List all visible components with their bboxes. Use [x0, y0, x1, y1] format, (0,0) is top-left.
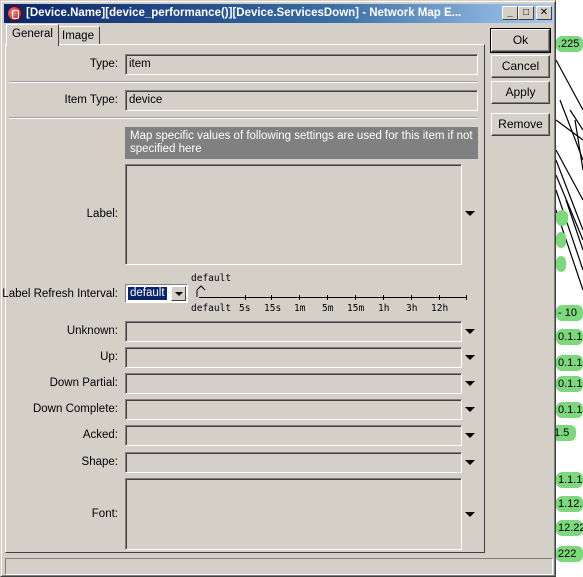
type-field: item: [125, 54, 478, 75]
map-node[interactable]: 1.12.: [556, 496, 583, 512]
map-node[interactable]: 0.1.1.: [556, 355, 583, 371]
slider-tick: [383, 295, 384, 300]
slider-tick-label: 15s: [264, 303, 282, 314]
cancel-button[interactable]: Cancel: [491, 55, 550, 78]
interval-slider-thumb[interactable]: [195, 285, 207, 299]
slider-tick-label: 1m: [294, 303, 306, 314]
down-partial-label: Down Partial:: [49, 377, 118, 389]
unknown-label: Unknown:: [66, 325, 118, 337]
map-node[interactable]: 0.1.1.: [556, 376, 583, 392]
slider-current-value: default: [191, 273, 232, 284]
divider: [9, 117, 477, 119]
shape-field[interactable]: [125, 452, 462, 473]
status-bar: [5, 558, 553, 575]
up-dropdown-arrow-icon[interactable]: [465, 355, 475, 360]
slider-tick: [271, 295, 272, 300]
slider-tick-label: 5m: [322, 303, 334, 314]
close-icon: ✕: [539, 7, 549, 18]
up-label: Up:: [100, 351, 118, 363]
close-button[interactable]: ✕: [536, 6, 552, 20]
map-node[interactable]: [556, 210, 568, 226]
map-node[interactable]: [556, 256, 566, 272]
map-node[interactable]: .225: [556, 36, 583, 52]
slider-tick-label: default: [191, 303, 232, 314]
slider-tick: [466, 295, 467, 300]
tab-general[interactable]: General: [6, 24, 59, 46]
shape-dropdown-arrow-icon[interactable]: [465, 460, 475, 465]
label-textarea[interactable]: [125, 164, 462, 265]
font-dropdown-arrow-icon[interactable]: [465, 512, 475, 517]
unknown-field[interactable]: [125, 321, 462, 342]
title-bar[interactable]: [Device.Name][device_performance()][Devi…: [4, 4, 553, 23]
divider: [9, 81, 477, 83]
slider-tick: [245, 295, 246, 300]
label-dropdown-arrow-icon[interactable]: [465, 211, 475, 216]
slider-tick: [411, 295, 412, 300]
window-title: [Device.Name][device_performance()][Devi…: [26, 7, 462, 19]
acked-label: Acked:: [82, 429, 118, 441]
map-node[interactable]: 1.1.12: [556, 472, 583, 488]
slider-tick-label: 1h: [378, 303, 390, 314]
down-partial-field[interactable]: [125, 373, 462, 394]
slider-tick-label: 3h: [406, 303, 418, 314]
slider-tick: [355, 295, 356, 300]
slider-tick: [439, 295, 440, 300]
app-icon: [7, 6, 22, 21]
network-map-element-dialog: [Device.Name][device_performance()][Devi…: [0, 0, 556, 577]
slider-tick-label: 15m: [347, 303, 365, 314]
label-label: Label:: [86, 208, 118, 220]
map-node[interactable]: - 10: [556, 305, 583, 321]
up-field[interactable]: [125, 347, 462, 368]
map-node[interactable]: 222: [556, 546, 583, 562]
slider-tick-label: 12h: [431, 303, 449, 314]
label-refresh-value: default: [128, 287, 167, 300]
ok-button[interactable]: Ok: [490, 28, 551, 53]
interval-slider-track[interactable]: [199, 297, 467, 298]
type-label: Type:: [89, 58, 118, 70]
font-label: Font:: [91, 508, 118, 520]
map-node[interactable]: 12.22: [556, 520, 583, 536]
down-partial-dropdown-arrow-icon[interactable]: [465, 381, 475, 386]
slider-tick: [299, 295, 300, 300]
acked-dropdown-arrow-icon[interactable]: [465, 433, 475, 438]
down-complete-dropdown-arrow-icon[interactable]: [465, 407, 475, 412]
slider-tick-label: 5s: [239, 303, 251, 314]
maximize-button[interactable]: □: [518, 6, 534, 20]
map-node[interactable]: 0.1.1: [556, 329, 583, 345]
chevron-down-icon: [175, 292, 183, 296]
map-specific-note: Map specific values of following setting…: [125, 127, 478, 159]
remove-button[interactable]: Remove: [491, 113, 550, 136]
map-node[interactable]: 0.1.1: [556, 402, 583, 418]
label-refresh-interval-label: Label Refresh Interval:: [2, 288, 118, 300]
shape-label: Shape:: [81, 456, 118, 468]
unknown-dropdown-arrow-icon[interactable]: [465, 329, 475, 334]
font-field[interactable]: [125, 478, 462, 550]
label-refresh-combo[interactable]: default: [125, 284, 188, 303]
acked-field[interactable]: [125, 425, 462, 446]
map-node[interactable]: [556, 232, 566, 248]
apply-button[interactable]: Apply: [491, 81, 550, 104]
item-type-label: Item Type:: [64, 94, 118, 106]
slider-tick: [327, 295, 328, 300]
down-complete-field[interactable]: [125, 399, 462, 420]
minimize-icon: _: [507, 7, 513, 18]
maximize-icon: □: [522, 7, 530, 18]
down-complete-label: Down Complete:: [32, 403, 118, 415]
label-refresh-dropdown-button[interactable]: [171, 286, 186, 301]
item-type-field: device: [125, 90, 478, 111]
tab-image[interactable]: Image: [56, 26, 100, 44]
minimize-button[interactable]: _: [502, 6, 518, 20]
